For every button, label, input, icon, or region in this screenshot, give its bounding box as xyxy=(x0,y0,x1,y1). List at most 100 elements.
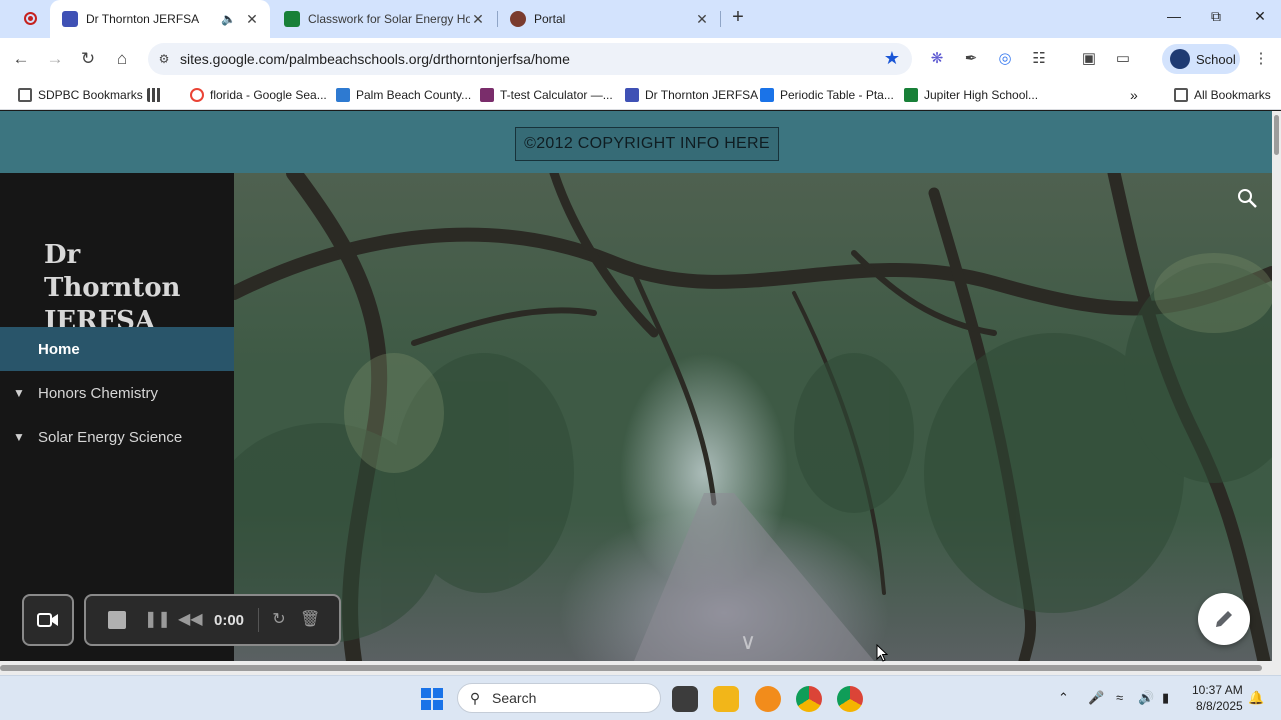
tab-search-icon[interactable]: ▣ xyxy=(1080,50,1098,68)
taskbar-search[interactable]: ⚲ Search xyxy=(457,683,661,713)
back-icon[interactable]: ← xyxy=(10,48,32,70)
extensions-puzzle-icon[interactable]: ☷ xyxy=(1030,50,1048,68)
bookmark-jupiter-high[interactable]: Jupiter High School... xyxy=(904,86,1038,104)
site-title[interactable]: Dr Thornton JERFSA xyxy=(44,239,224,338)
bookmark-palm-beach-county[interactable]: Palm Beach County... xyxy=(336,86,471,104)
webcam-toggle-button[interactable] xyxy=(22,594,74,646)
scrollbar-thumb[interactable] xyxy=(1274,115,1279,155)
vertical-scrollbar[interactable] xyxy=(1272,111,1281,661)
hero-forest-image: ∨ xyxy=(234,173,1272,661)
search-icon: ⚲ xyxy=(469,689,481,706)
divider xyxy=(258,608,259,632)
volume-icon[interactable]: 🔊 xyxy=(1138,690,1154,706)
stop-recording-icon[interactable] xyxy=(108,611,126,629)
nav-home[interactable]: Home xyxy=(0,327,234,371)
file-explorer-icon[interactable] xyxy=(713,686,739,712)
close-tab-icon[interactable]: ✕ xyxy=(470,11,486,28)
horizontal-scrollbar[interactable] xyxy=(0,661,1281,675)
recording-indicator-icon xyxy=(24,12,37,25)
avatar xyxy=(1170,49,1190,69)
tab-portal[interactable]: Portal ✕ xyxy=(498,0,720,38)
chrome-profile-icon[interactable] xyxy=(837,686,863,712)
site-info-icon[interactable]: ⚙ xyxy=(156,51,172,67)
reload-icon[interactable]: ↻ xyxy=(77,48,99,70)
clock-date: 8/8/2025 xyxy=(1195,699,1243,713)
scroll-down-chevron-icon[interactable]: ∨ xyxy=(740,629,756,655)
new-tab-button[interactable]: + xyxy=(727,6,749,28)
bookmark-florida-search[interactable]: florida - Google Sea... xyxy=(190,86,327,104)
tab-dr-thornton[interactable]: Dr Thornton JERFSA 🔈 ✕ xyxy=(50,0,270,38)
microphone-icon[interactable]: 🎤 xyxy=(1088,690,1104,706)
restart-icon[interactable]: ↻ xyxy=(269,610,289,630)
mouse-cursor-icon xyxy=(876,644,888,662)
bookmark-label: T-test Calculator —... xyxy=(500,88,613,102)
nav-label: Home xyxy=(38,340,80,358)
bookmarks-bar: SDPBC Bookmarks florida - Google Sea... … xyxy=(0,80,1281,110)
edit-page-button[interactable] xyxy=(1198,593,1250,645)
page-content: ©2012 COPYRIGHT INFO HERE Dr Thornton JE… xyxy=(0,111,1272,661)
bookmark-ttest-calculator[interactable]: T-test Calculator —... xyxy=(480,86,613,104)
bookmark-label: Palm Beach County... xyxy=(356,88,472,102)
tab-classwork[interactable]: Classwork for Solar Energy Hon ✕ xyxy=(272,0,496,38)
address-bar[interactable]: ⚙ sites.google.com/palmbeachschools.org/… xyxy=(148,43,912,75)
speaker-icon[interactable]: 🔈 xyxy=(221,12,236,26)
copyright-banner: ©2012 COPYRIGHT INFO HERE xyxy=(515,127,779,161)
forward-icon[interactable]: → xyxy=(44,48,66,70)
chevron-down-icon[interactable]: ▼ xyxy=(0,386,38,400)
circle-extension-icon[interactable]: ◎ xyxy=(996,50,1014,68)
profile-label: School xyxy=(1196,51,1236,67)
battery-icon[interactable]: ▮ xyxy=(1162,690,1169,706)
menu-kebab-icon[interactable]: ⋮ xyxy=(1252,50,1270,68)
apps-grid-icon[interactable] xyxy=(147,86,167,104)
calculator-icon xyxy=(480,88,494,102)
folder-icon xyxy=(1174,88,1188,102)
bookmark-sdpbc[interactable]: SDPBC Bookmarks xyxy=(18,86,143,104)
close-window-icon[interactable]: ✕ xyxy=(1248,8,1272,30)
scrollbar-thumb[interactable] xyxy=(0,665,1262,671)
pause-icon[interactable]: ❚❚ xyxy=(144,610,171,630)
home-icon[interactable]: ⌂ xyxy=(111,48,133,70)
tab-title: Classwork for Solar Energy Hon xyxy=(308,12,470,26)
tab-title: Dr Thornton JERFSA xyxy=(86,12,200,26)
chevron-down-icon[interactable]: ▼ xyxy=(0,430,38,444)
school-icon xyxy=(904,88,918,102)
video-camera-icon xyxy=(37,613,58,627)
app-icon[interactable] xyxy=(755,686,781,712)
portal-logo-icon xyxy=(510,11,526,27)
windows-start-icon[interactable] xyxy=(421,688,443,710)
more-bookmarks-chevron-icon[interactable]: » xyxy=(1130,86,1138,104)
periodic-table-icon xyxy=(760,88,774,102)
tray-overflow-chevron-icon[interactable]: ⌃ xyxy=(1058,690,1069,706)
close-tab-icon[interactable]: ✕ xyxy=(244,11,260,28)
chrome-icon[interactable] xyxy=(796,686,822,712)
site-sidebar: Dr Thornton JERFSA Home ▼ Honors Chemist… xyxy=(0,173,234,661)
rewind-icon[interactable]: ◀◀ xyxy=(178,610,203,630)
bookmark-star-icon[interactable]: ★ xyxy=(884,48,900,69)
restore-icon[interactable]: ⧉ xyxy=(1204,8,1228,30)
site-header: ©2012 COPYRIGHT INFO HERE xyxy=(0,111,1272,173)
minimize-icon[interactable]: — xyxy=(1162,8,1186,30)
wifi-icon[interactable]: ≈ xyxy=(1116,690,1123,705)
close-tab-icon[interactable]: ✕ xyxy=(694,11,710,28)
recorder-controls: ❚❚ ◀◀ 0:00 ↻ 🗑 xyxy=(84,594,341,646)
extension-icon[interactable]: ❋ xyxy=(928,50,946,68)
nav-solar-energy-science[interactable]: ▼ Solar Energy Science xyxy=(0,415,234,459)
profile-button[interactable]: School xyxy=(1162,44,1240,74)
task-view-icon[interactable] xyxy=(672,686,698,712)
nav-label: Solar Energy Science xyxy=(38,428,183,446)
search-icon[interactable] xyxy=(1236,187,1258,209)
forest-canopy-illustration xyxy=(234,173,1272,661)
nav-honors-chemistry[interactable]: ▼ Honors Chemistry xyxy=(0,371,234,415)
url-text[interactable]: sites.google.com/palmbeachschools.org/dr… xyxy=(180,51,570,67)
bookmark-label: Periodic Table - Pta... xyxy=(780,88,894,102)
trash-icon[interactable]: 🗑 xyxy=(300,610,320,630)
system-clock[interactable]: 10:37 AM 8/8/2025 xyxy=(1192,682,1243,714)
pen-extension-icon[interactable]: ✒ xyxy=(962,50,980,68)
all-bookmarks[interactable]: All Bookmarks xyxy=(1174,86,1271,104)
cast-icon[interactable]: ▭ xyxy=(1114,50,1132,68)
bookmark-dr-thornton[interactable]: Dr Thornton JERFSA xyxy=(625,86,758,104)
bookmark-periodic-table[interactable]: Periodic Table - Pta... xyxy=(760,86,894,104)
search-placeholder: Search xyxy=(492,690,537,706)
recording-time: 0:00 xyxy=(214,612,245,629)
notifications-icon[interactable]: 🔔 xyxy=(1248,690,1264,706)
